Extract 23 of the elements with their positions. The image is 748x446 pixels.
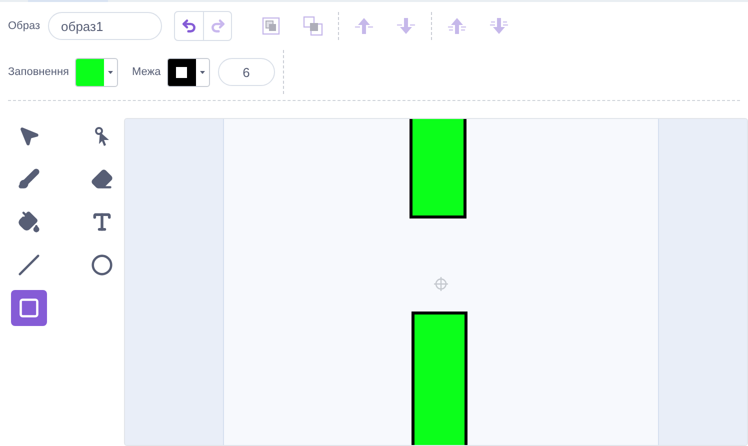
brush-icon	[18, 168, 40, 190]
line-icon	[18, 254, 40, 276]
caret-icon	[108, 70, 113, 74]
caret-icon	[200, 70, 205, 74]
crosshair-icon	[433, 276, 449, 292]
fill-label: Заповнення	[8, 64, 69, 80]
costume-name-field[interactable]: образ1	[48, 12, 162, 40]
eraser-icon	[90, 168, 112, 190]
undo-icon	[181, 18, 198, 34]
circle-icon	[90, 254, 112, 276]
redo-icon	[210, 18, 226, 34]
pointer-icon	[18, 125, 40, 147]
outline-label: Межа	[132, 64, 161, 80]
ungroup-icon	[302, 15, 324, 37]
fill-color-picker[interactable]	[74, 58, 118, 86]
rect-tool-button[interactable]	[11, 290, 47, 326]
group-icon	[260, 15, 282, 37]
text-icon	[90, 211, 112, 233]
rectangle-icon	[18, 297, 40, 319]
outline-width-field[interactable]: 6	[218, 58, 275, 86]
outline-color-picker[interactable]	[166, 58, 210, 86]
paint-bucket-icon	[18, 211, 40, 233]
costume-label: Образ	[8, 18, 40, 34]
